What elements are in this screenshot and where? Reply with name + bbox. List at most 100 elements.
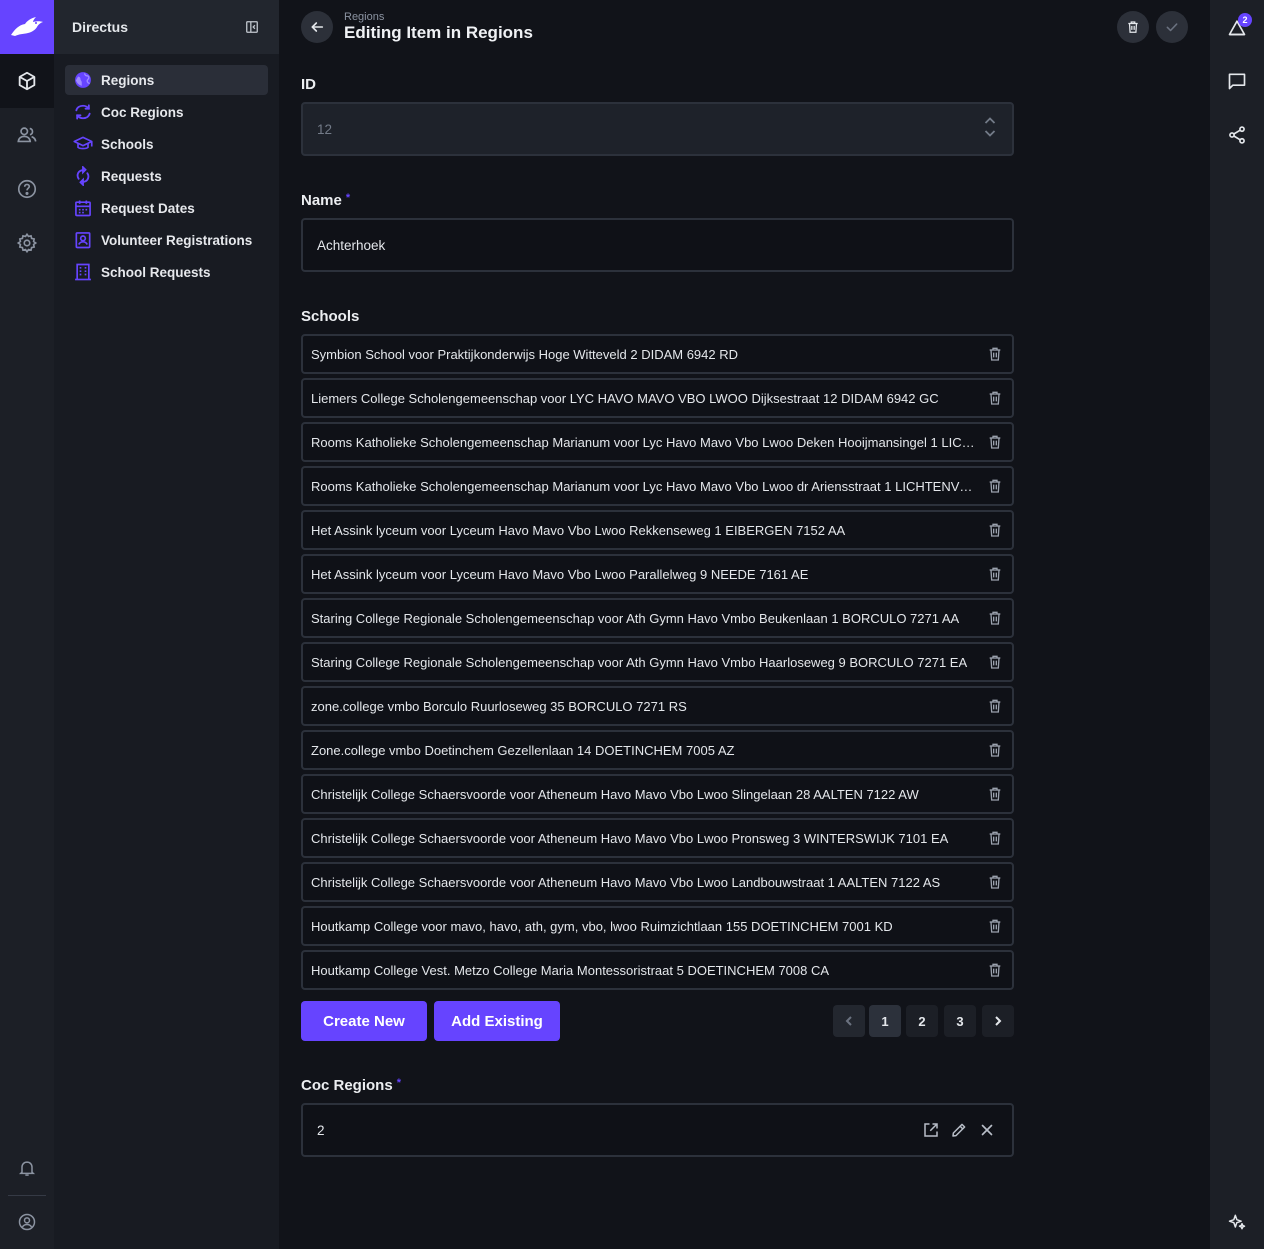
share-icon: [1229, 126, 1245, 144]
trash-icon: [989, 611, 1001, 625]
trash-icon: [989, 435, 1001, 449]
page-title: Editing Item in Regions: [344, 23, 533, 42]
edit-icon[interactable]: [950, 1121, 968, 1139]
chevron-down-icon: [984, 130, 996, 137]
nav-item-volunteer-registrations[interactable]: Volunteer Registrations: [65, 225, 268, 255]
school-row[interactable]: Rooms Katholieke Scholengemeenschap Mari…: [301, 466, 1014, 506]
notifications-button[interactable]: [0, 1141, 54, 1195]
remove-school-button[interactable]: [986, 653, 1004, 671]
school-name: Houtkamp College Vest. Metzo College Mar…: [311, 962, 830, 978]
autorenew-icon: [73, 166, 93, 186]
remove-school-button[interactable]: [986, 873, 1004, 891]
notification-count-badge: 2: [1238, 13, 1252, 27]
nav-item-regions[interactable]: Regions: [65, 65, 268, 95]
back-button[interactable]: [301, 11, 333, 43]
nav-header: Directus: [54, 0, 279, 54]
id-label: ID: [301, 76, 316, 93]
remove-school-button[interactable]: [986, 345, 1004, 363]
school-row[interactable]: Het Assink lyceum voor Lyceum Havo Mavo …: [301, 510, 1014, 550]
name-value: Achterhoek: [317, 237, 386, 253]
open-in-new-icon[interactable]: [922, 1121, 940, 1139]
remove-school-button[interactable]: [986, 521, 1004, 539]
collapse-sidebar-icon[interactable]: [245, 20, 259, 34]
coc-regions-value: 2: [317, 1122, 325, 1138]
sidebar-notifications-button[interactable]: 2: [1210, 0, 1264, 54]
page-header: Regions Editing Item in Regions: [279, 0, 1210, 54]
trash-icon: [989, 479, 1001, 493]
school-row[interactable]: Liemers College Scholengemeenschap voor …: [301, 378, 1014, 418]
remove-school-button[interactable]: [986, 697, 1004, 715]
name-label: Name *: [301, 192, 350, 209]
remove-school-button[interactable]: [986, 741, 1004, 759]
pagination-page-3[interactable]: 3: [944, 1005, 976, 1037]
school-row[interactable]: Staring College Regionale Scholengemeens…: [301, 642, 1014, 682]
school-row[interactable]: Houtkamp College voor mavo, havo, ath, g…: [301, 906, 1014, 946]
pagination-prev-button[interactable]: [833, 1005, 865, 1037]
check-icon: [1166, 23, 1178, 32]
module-users[interactable]: [0, 108, 54, 162]
trash-icon: [989, 347, 1001, 361]
name-input[interactable]: Achterhoek: [301, 218, 1014, 272]
project-name: Directus: [72, 19, 129, 35]
comment-icon: [1228, 73, 1246, 90]
save-button[interactable]: [1156, 11, 1188, 43]
school-row[interactable]: Houtkamp College Vest. Metzo College Mar…: [301, 950, 1014, 990]
nav-item-schools[interactable]: Schools: [65, 129, 268, 159]
school-row[interactable]: zone.college vmbo Borculo Ruurloseweg 35…: [301, 686, 1014, 726]
remove-school-button[interactable]: [986, 785, 1004, 803]
arrow-back-icon: [311, 22, 324, 32]
nav-item-label: Volunteer Registrations: [101, 232, 253, 248]
sync-alt-icon: [73, 102, 93, 122]
remove-school-button[interactable]: [986, 389, 1004, 407]
pagination-page-2[interactable]: 2: [906, 1005, 938, 1037]
add-existing-button[interactable]: Add Existing: [434, 1001, 560, 1041]
sidebar-comments-button[interactable]: [1210, 54, 1264, 108]
school-row[interactable]: Symbion School voor Praktijkonderwijs Ho…: [301, 334, 1014, 374]
nav-item-school-requests[interactable]: School Requests: [65, 257, 268, 287]
school-row[interactable]: Christelijk College Schaersvoorde voor A…: [301, 774, 1014, 814]
module-content[interactable]: [0, 54, 54, 108]
school-name: Het Assink lyceum voor Lyceum Havo Mavo …: [311, 522, 846, 538]
school-row[interactable]: Staring College Regionale Scholengemeens…: [301, 598, 1014, 638]
school-row[interactable]: Christelijk College Schaersvoorde voor A…: [301, 818, 1014, 858]
sidebar-ai-button[interactable]: [1210, 1195, 1264, 1249]
coc-regions-field[interactable]: 2: [301, 1103, 1014, 1157]
pagination-page-1[interactable]: 1: [869, 1005, 901, 1037]
module-help[interactable]: [0, 162, 54, 216]
module-bar: [0, 0, 54, 1249]
nav-item-coc-regions[interactable]: Coc Regions: [65, 97, 268, 127]
school-name: Rooms Katholieke Scholengemeenschap Mari…: [311, 478, 986, 494]
school-name: zone.college vmbo Borculo Ruurloseweg 35…: [311, 698, 687, 714]
school-row[interactable]: Het Assink lyceum voor Lyceum Havo Mavo …: [301, 554, 1014, 594]
rabbit-logo-icon: [11, 17, 43, 36]
school-row[interactable]: Christelijk College Schaersvoorde voor A…: [301, 862, 1014, 902]
remove-school-button[interactable]: [986, 433, 1004, 451]
nav-item-label: Schools: [101, 136, 154, 152]
delete-item-button[interactable]: [1117, 11, 1149, 43]
breadcrumb[interactable]: Regions: [344, 11, 384, 23]
remove-school-button[interactable]: [986, 917, 1004, 935]
user-menu-button[interactable]: [0, 1195, 54, 1249]
school-name: Houtkamp College voor mavo, havo, ath, g…: [311, 918, 893, 934]
nav-item-label: Regions: [101, 72, 155, 88]
directus-logo[interactable]: [0, 0, 54, 54]
id-badge-icon: [73, 230, 93, 250]
remove-school-button[interactable]: [986, 961, 1004, 979]
sidebar-share-button[interactable]: [1210, 108, 1264, 162]
module-settings[interactable]: [0, 216, 54, 270]
remove-school-button[interactable]: [986, 829, 1004, 847]
nav-item-requests[interactable]: Requests: [65, 161, 268, 191]
remove-school-button[interactable]: [986, 609, 1004, 627]
school-row[interactable]: Rooms Katholieke Scholengemeenschap Mari…: [301, 422, 1014, 462]
close-icon[interactable]: [978, 1121, 996, 1139]
nav-item-label: Requests: [101, 168, 162, 184]
remove-school-button[interactable]: [986, 565, 1004, 583]
pagination-next-button[interactable]: [982, 1005, 1014, 1037]
nav-item-request-dates[interactable]: Request Dates: [65, 193, 268, 223]
trash-icon: [989, 831, 1001, 845]
create-new-button[interactable]: Create New: [301, 1001, 427, 1041]
school-row[interactable]: Zone.college vmbo Doetinchem Gezellenlaa…: [301, 730, 1014, 770]
remove-school-button[interactable]: [986, 477, 1004, 495]
school-name: Symbion School voor Praktijkonderwijs Ho…: [311, 346, 739, 362]
navigation-pane: Directus Regions Coc Regions Schools Req…: [54, 0, 279, 1249]
